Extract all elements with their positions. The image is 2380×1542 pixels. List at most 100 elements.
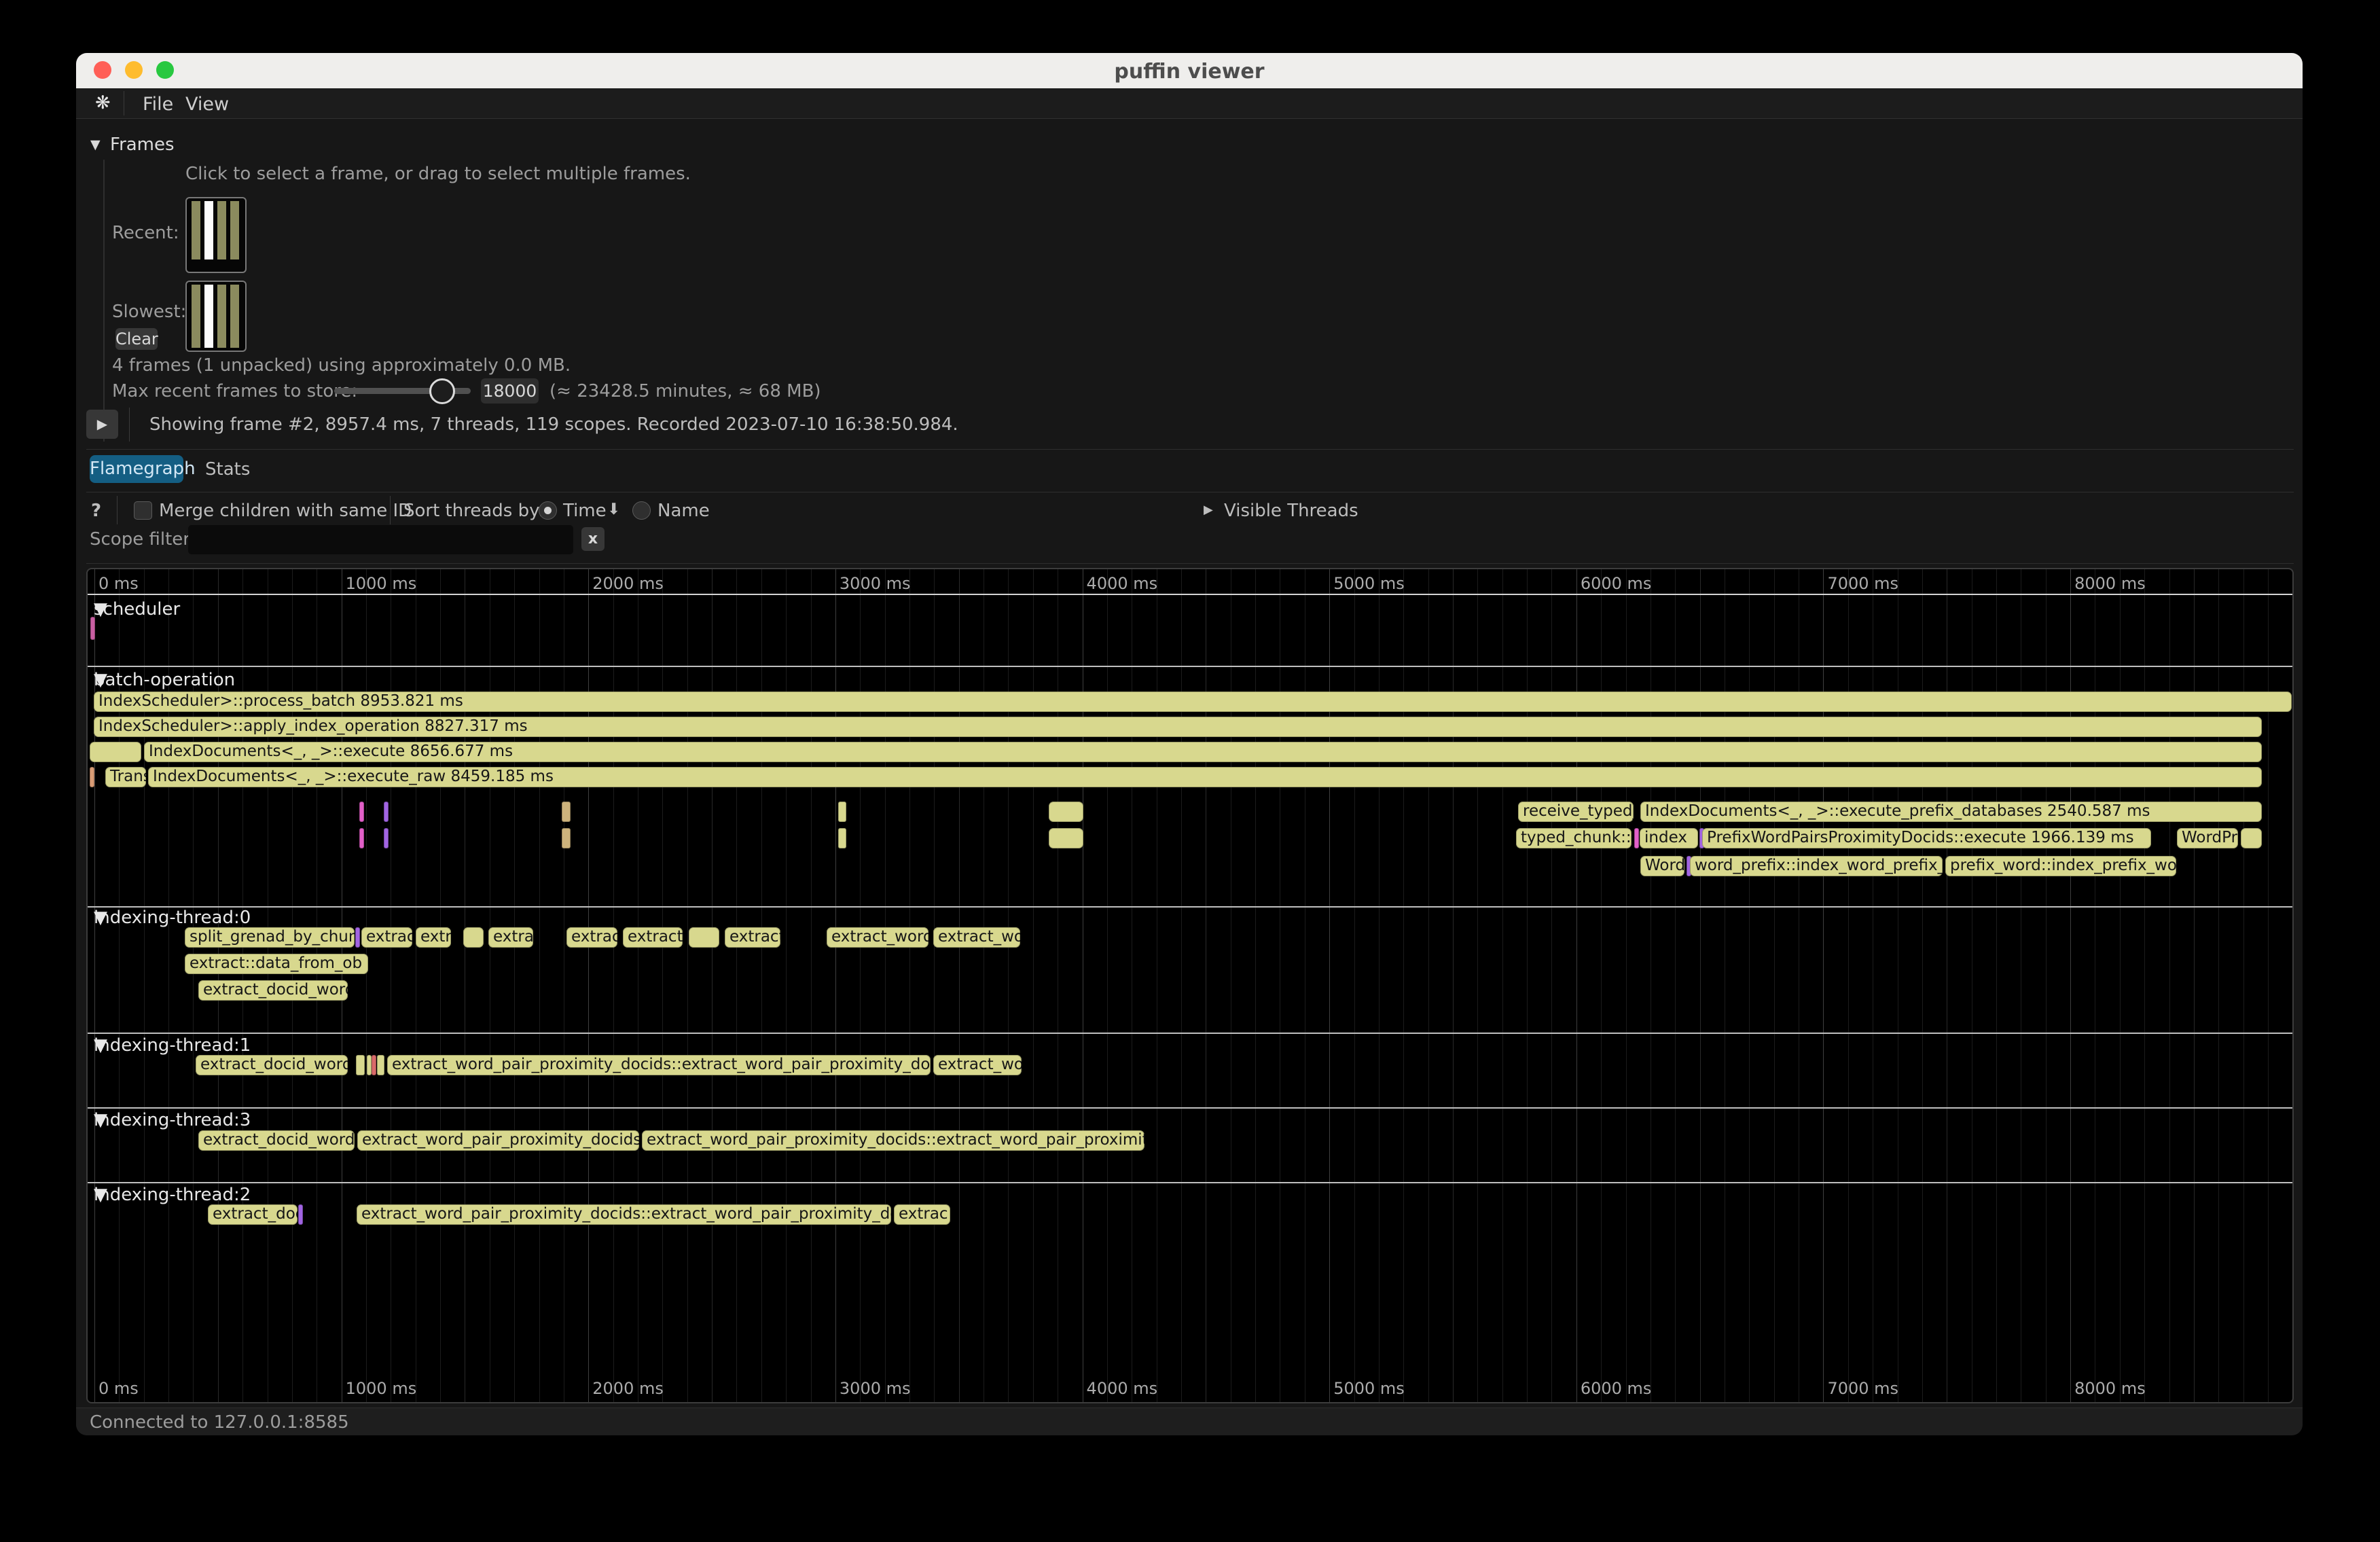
flame-bar[interactable]: extract_word_pair_proximity_docids::extr… — [387, 1055, 931, 1075]
flame-bar[interactable] — [359, 802, 364, 822]
flame-bar[interactable]: index — [1640, 828, 1698, 848]
tab-flamegraph[interactable]: Flamegraph — [90, 455, 183, 483]
flame-bar[interactable] — [838, 802, 846, 822]
flame-bar[interactable]: word_prefix::index_word_prefix_ — [1690, 856, 1943, 876]
flame-bar[interactable] — [2241, 828, 2262, 848]
flame-bar[interactable]: receive_typed_ — [1518, 802, 1634, 822]
flame-bar[interactable]: IndexDocuments<_, _>::execute 8656.677 m… — [144, 742, 2262, 762]
flame-bar[interactable]: WordPr — [2177, 828, 2238, 848]
flame-bar[interactable]: extract_docid_word — [198, 1130, 355, 1151]
flame-bar[interactable]: extract::data_from_ob — [185, 954, 368, 974]
visible-threads-collapse-icon[interactable]: ▶ — [1204, 503, 1213, 517]
help-button[interactable]: ? — [91, 501, 101, 521]
flame-bar[interactable] — [90, 767, 94, 787]
visible-threads-label[interactable]: Visible Threads — [1224, 501, 1358, 521]
axis-tick-label: 7000 ms — [1827, 574, 1898, 593]
thread-header[interactable]: ▼ indexing-thread:1 — [94, 1035, 251, 1056]
flame-bar[interactable] — [384, 828, 389, 848]
flame-bar[interactable]: typed_chunk::w — [1516, 828, 1631, 848]
collapse-triangle-icon: ▼ — [94, 1035, 107, 1056]
scope-filter-clear-button[interactable]: x — [581, 527, 605, 551]
flame-bar[interactable]: extract_doc — [208, 1204, 298, 1225]
flame-bar[interactable]: extract_word_pair_proximity_docids::extr… — [357, 1204, 891, 1225]
axis-line — [88, 594, 2294, 595]
flame-bar[interactable]: extract_word_pair_proximity_docids — [357, 1130, 639, 1151]
collapse-triangle-icon: ▼ — [94, 670, 107, 690]
sort-name-label[interactable]: Name — [657, 501, 710, 521]
flame-bar[interactable] — [689, 927, 719, 948]
thread-header[interactable]: ▼ indexing-thread:0 — [94, 908, 251, 928]
max-frames-slider-knob[interactable] — [429, 378, 455, 404]
thread-header[interactable]: ▼ batch-operation — [94, 670, 235, 690]
flame-bar[interactable]: extract — [725, 927, 780, 948]
flame-bar[interactable]: extrac — [894, 1204, 950, 1225]
flame-bar[interactable]: extract_word — [827, 927, 928, 948]
flame-bar[interactable] — [377, 1055, 384, 1075]
flame-bar[interactable] — [1049, 802, 1083, 822]
thread-name: batch-operation — [94, 670, 235, 690]
app-flower-icon[interactable]: ❋ — [95, 92, 111, 113]
flame-bar[interactable]: IndexDocuments<_, _>::execute_prefix_dat… — [1640, 802, 2262, 822]
flame-bar[interactable] — [355, 927, 360, 948]
flame-bar[interactable] — [90, 617, 95, 640]
flame-bar[interactable]: extract_docid_word — [198, 980, 348, 1001]
thread-name: indexing-thread:0 — [94, 908, 251, 928]
clear-button[interactable]: Clear — [115, 328, 158, 350]
flame-bar[interactable]: prefix_word::index_prefix_wo — [1945, 856, 2176, 876]
scope-filter-label: Scope filter: — [90, 529, 196, 550]
tab-stats[interactable]: Stats — [205, 459, 250, 480]
flame-bar[interactable] — [463, 927, 484, 948]
flame-bar[interactable]: extra — [416, 927, 451, 948]
slowest-frames-thumbnail[interactable] — [185, 281, 247, 352]
flame-bar[interactable]: Word — [1640, 856, 1684, 876]
section-separator — [88, 666, 2294, 667]
flame-bar[interactable]: PrefixWordPairsProximityDocids::execute … — [1702, 828, 2151, 848]
thread-header[interactable]: ▼ indexing-thread:3 — [94, 1110, 251, 1130]
flame-bar[interactable]: Trans — [105, 767, 146, 787]
flame-bar[interactable] — [298, 1204, 303, 1225]
flame-bar[interactable] — [838, 828, 846, 848]
flame-bar[interactable]: extract_ — [566, 927, 617, 948]
frames-hint: Click to select a frame, or drag to sele… — [185, 164, 691, 184]
flame-bar[interactable]: extract_wo — [933, 927, 1020, 948]
flame-bar[interactable] — [562, 828, 571, 848]
collapse-triangle-icon: ▼ — [94, 1185, 107, 1205]
flame-bar[interactable]: extract — [361, 927, 412, 948]
frames-header[interactable]: Frames — [110, 135, 175, 155]
flame-bar[interactable] — [372, 1055, 376, 1075]
sort-time-radio[interactable] — [539, 501, 557, 520]
grid-line — [2292, 569, 2293, 1403]
flame-bar[interactable] — [90, 742, 141, 762]
flame-bar[interactable]: extract_wo — [933, 1055, 1022, 1075]
play-button[interactable]: ▶ — [86, 410, 118, 439]
sort-direction-arrow-icon[interactable]: ⬇ — [607, 501, 620, 518]
flame-bar[interactable] — [1049, 828, 1083, 848]
max-frames-value[interactable]: 18000 — [481, 378, 539, 404]
flame-bar[interactable] — [1634, 828, 1639, 848]
flame-bar[interactable]: extract_docid_word — [196, 1055, 348, 1075]
flame-bar[interactable]: IndexDocuments<_, _>::execute_raw 8459.1… — [148, 767, 2262, 787]
merge-children-checkbox[interactable] — [134, 501, 152, 520]
sort-name-radio[interactable] — [632, 501, 651, 520]
flame-bar[interactable]: extrac — [488, 927, 533, 948]
flame-bar[interactable]: IndexScheduler>::apply_index_operation 8… — [94, 717, 2262, 737]
thread-header[interactable]: ▼ scheduler — [94, 599, 180, 620]
thread-header[interactable]: ▼ indexing-thread:2 — [94, 1185, 251, 1205]
flame-bar[interactable]: extract_word_pair_proximity_docids::extr… — [642, 1130, 1144, 1151]
menu-file[interactable]: File — [143, 94, 173, 115]
flame-bar[interactable]: extract_ — [623, 927, 683, 948]
menu-view[interactable]: View — [185, 94, 229, 115]
scope-filter-input[interactable] — [188, 525, 573, 554]
flame-bar[interactable]: split_grenad_by_chun — [185, 927, 355, 948]
axis-tick-label: 6000 ms — [1581, 574, 1652, 593]
recent-frames-thumbnail[interactable] — [185, 197, 247, 273]
flame-bar[interactable] — [562, 802, 571, 822]
flamegraph-panel[interactable]: 0 ms0 ms1000 ms1000 ms2000 ms2000 ms3000… — [86, 568, 2294, 1403]
flame-bar[interactable] — [356, 1055, 365, 1075]
flame-bar[interactable] — [384, 802, 389, 822]
frames-collapse-icon[interactable]: ▼ — [90, 137, 101, 152]
flame-bar[interactable] — [359, 828, 364, 848]
flame-bar[interactable] — [367, 1055, 372, 1075]
sort-time-label[interactable]: Time — [563, 501, 607, 521]
flame-bar[interactable]: IndexScheduler>::process_batch 8953.821 … — [94, 692, 2292, 712]
